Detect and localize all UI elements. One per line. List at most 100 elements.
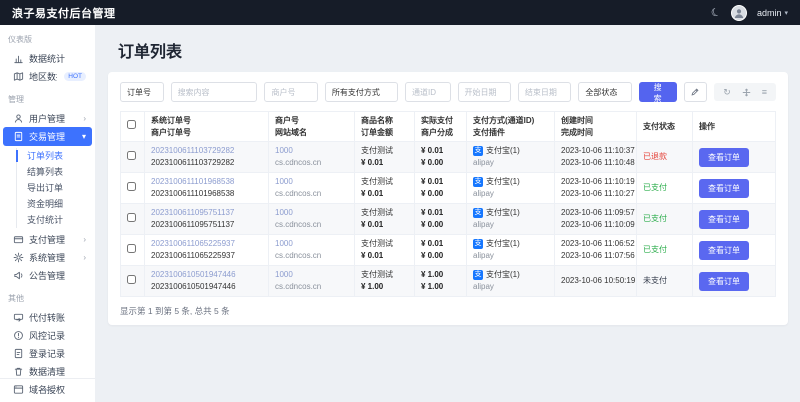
view-order-button[interactable]: 查看订单 (699, 148, 749, 167)
theme-toggle-moon-icon[interactable]: ☾ (709, 5, 723, 21)
orders-table: 系统订单号 商户订单号 商户号 网站域名 商品名称 订单金额 实际支付 (120, 111, 776, 297)
sidebar-item-label: 交易管理 (29, 130, 65, 143)
log-file-icon (13, 348, 24, 359)
user-menu[interactable]: admin ▾ (757, 8, 788, 18)
refresh-icon[interactable]: ↻ (723, 88, 731, 97)
sidebar-item-data-stats[interactable]: 数据统计 (3, 49, 92, 67)
sys-order-no-link[interactable]: 2023100610501947446 (151, 269, 262, 281)
merchant-id-link[interactable]: 1000 (275, 269, 348, 281)
submenu-item-settle-list[interactable]: 结算列表 (17, 164, 95, 180)
order-list-card: 订单号 所有支付方式 全部状态 搜索 (108, 72, 788, 325)
alipay-icon: 支 (473, 239, 483, 249)
sidebar-item-pay-mgmt[interactable]: 支付管理 › (3, 230, 92, 248)
status-badge: 未支付 (643, 276, 667, 285)
row-checkbox[interactable] (127, 151, 136, 160)
chevron-down-icon: ▾ (784, 9, 788, 17)
pagination-summary: 显示第 1 到第 5 条, 总共 5 条 (120, 305, 776, 317)
merchant-input[interactable] (271, 88, 310, 97)
sys-order-no-link[interactable]: 2023100611103729282 (151, 145, 262, 157)
merchant-id-link[interactable]: 1000 (275, 238, 348, 250)
header-actual: 实际支付 商户分成 (415, 112, 467, 142)
edit-filter-button[interactable] (684, 82, 708, 102)
submenu-item-order-list[interactable]: 订单列表 (17, 148, 95, 164)
user-icon (13, 113, 24, 124)
sidebar-item-sys-mgmt[interactable]: 系统管理 › (3, 248, 92, 266)
end-date-input[interactable] (525, 88, 564, 97)
view-order-button[interactable]: 查看订单 (699, 241, 749, 260)
sidebar-collapse-button[interactable]: ↤ (0, 378, 95, 402)
search-button[interactable]: 搜索 (639, 82, 677, 102)
sidebar-item-login-log[interactable]: 登录记录 (3, 344, 92, 362)
sys-order-no-link[interactable]: 2023100611101968538 (151, 176, 262, 188)
table-row: 20231006110652259372023100611065225937 1… (121, 235, 776, 266)
sidebar-item-trade-mgmt[interactable]: 交易管理 ▾ (3, 127, 92, 146)
start-date-input[interactable] (465, 88, 504, 97)
sidebar-item-region-stats[interactable]: 地区数据统计 HOT (3, 67, 92, 85)
table-row: 20231006111019685382023100611101968538 1… (121, 173, 776, 204)
sidebar-item-label: 代付转账 (29, 311, 65, 324)
pay-method-select[interactable]: 所有支付方式 (325, 82, 398, 102)
sidebar-item-label: 用户管理 (29, 112, 65, 125)
chevron-right-icon: › (83, 114, 86, 123)
section-label-dashboard: 仪表版 (0, 25, 95, 49)
trade-submenu: 订单列表 结算列表 导出订单 资金明细 支付统计 (16, 148, 95, 228)
sidebar-item-label: 数据清理 (29, 365, 65, 378)
transfer-card-icon (13, 312, 24, 323)
warning-circle-icon (13, 330, 24, 341)
search-input[interactable] (178, 88, 251, 97)
channel-id-input[interactable] (412, 88, 444, 97)
sidebar-item-notice-mgmt[interactable]: 公告管理 (3, 266, 92, 284)
submenu-item-export-orders[interactable]: 导出订单 (17, 180, 95, 196)
gear-icon (13, 252, 24, 263)
sidebar-item-label: 系统管理 (29, 251, 65, 264)
collapse-icon: ↤ (43, 385, 51, 396)
submenu-item-funds-detail[interactable]: 资金明细 (17, 196, 95, 212)
status-badge: 已支付 (643, 245, 667, 254)
layout: 仪表版 数据统计 地区数据统计 HOT 管理 用户管理 › 交易管理 ▾ 订单列… (0, 25, 800, 402)
view-order-button[interactable]: 查看订单 (699, 210, 749, 229)
section-label-manage: 管理 (0, 85, 95, 109)
sidebar-item-risk-log[interactable]: 风控记录 (3, 326, 92, 344)
row-checkbox[interactable] (127, 182, 136, 191)
sidebar-item-user-mgmt[interactable]: 用户管理 › (3, 109, 92, 127)
sys-order-no-link[interactable]: 2023100611095751137 (151, 207, 262, 219)
row-checkbox[interactable] (127, 275, 136, 284)
avatar-person-icon (733, 7, 745, 19)
submenu-item-pay-stats[interactable]: 支付统计 (17, 212, 95, 228)
merchant-id-link[interactable]: 1000 (275, 176, 348, 188)
trash-icon (13, 366, 24, 377)
table-tools: ↻ ≡ (714, 83, 776, 101)
row-checkbox[interactable] (127, 213, 136, 222)
search-field-select[interactable]: 订单号 (120, 82, 164, 102)
avatar[interactable] (731, 5, 747, 21)
header-action: 操作 (693, 112, 776, 142)
view-order-button[interactable]: 查看订单 (699, 179, 749, 198)
sidebar-item-label: 地区数据统计 (29, 70, 57, 83)
pencil-icon (690, 87, 700, 97)
row-checkbox[interactable] (127, 244, 136, 253)
hot-badge: HOT (64, 72, 86, 81)
chevron-right-icon: › (83, 253, 86, 262)
merchant-id-link[interactable]: 1000 (275, 145, 348, 157)
bar-chart-icon (13, 53, 24, 64)
start-date-wrap (458, 82, 511, 102)
chevron-right-icon: › (83, 235, 86, 244)
merchant-id-link[interactable]: 1000 (275, 207, 348, 219)
header-checkbox-cell (121, 112, 145, 142)
select-all-checkbox[interactable] (127, 120, 136, 129)
alipay-icon: 支 (473, 208, 483, 218)
sidebar-item-label: 风控记录 (29, 329, 65, 342)
alipay-icon: 支 (473, 146, 483, 156)
sys-order-no-link[interactable]: 2023100611065225937 (151, 238, 262, 250)
sidebar-item-transfer[interactable]: 代付转账 (3, 308, 92, 326)
fullscreen-icon[interactable] (742, 88, 751, 97)
sidebar-item-label: 数据统计 (29, 52, 65, 65)
main-content: 订单列表 订单号 所有支付方式 (95, 25, 800, 402)
column-settings-icon[interactable]: ≡ (762, 88, 767, 97)
header-product: 商品名称 订单金额 (355, 112, 415, 142)
status-select[interactable]: 全部状态 (578, 82, 631, 102)
page-title: 订单列表 (118, 38, 788, 62)
table-row: 20231006110957511372023100611095751137 1… (121, 204, 776, 235)
view-order-button[interactable]: 查看订单 (699, 272, 749, 291)
table-header-row: 系统订单号 商户订单号 商户号 网站域名 商品名称 订单金额 实际支付 (121, 112, 776, 142)
